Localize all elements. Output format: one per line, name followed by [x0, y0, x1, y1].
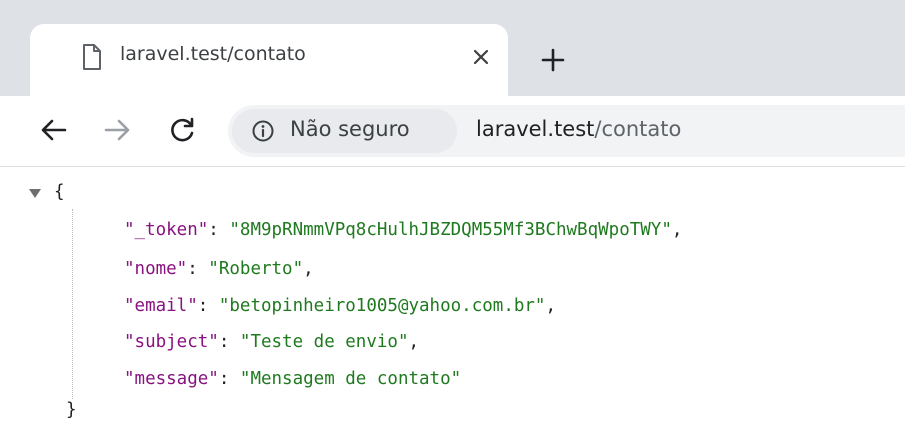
json-open-brace: { [54, 182, 65, 202]
json-value: "Mensagem de contato" [239, 369, 462, 389]
json-value: "8M9pRNmmVPq8cHulhJBZDQM55Mf3BChwBqWpoTW… [229, 220, 672, 240]
json-line: "email": "betopinheiro1005@yahoo.com.br"… [124, 296, 557, 316]
reload-icon[interactable] [168, 116, 196, 144]
url-path: /contato [594, 117, 682, 141]
collapse-triangle-icon[interactable] [29, 189, 41, 198]
json-key: "message" [124, 369, 219, 389]
indent-guide [72, 209, 73, 399]
json-separator: , [408, 332, 420, 352]
json-key: "subject" [124, 332, 219, 352]
back-arrow-icon[interactable] [40, 116, 68, 144]
security-label: Não seguro [290, 117, 410, 141]
address-bar[interactable]: Não seguro laravel.test/contato [228, 105, 905, 157]
json-value: "Teste de envio" [239, 332, 409, 352]
close-icon[interactable] [470, 46, 492, 68]
tab-title: laravel.test/contato [120, 43, 306, 65]
page-icon [83, 44, 101, 70]
json-line: "message": "Mensagem de contato" [124, 369, 462, 389]
json-separator: , [545, 296, 557, 316]
new-tab-icon[interactable] [540, 47, 566, 73]
json-value: "betopinheiro1005@yahoo.com.br" [218, 296, 546, 316]
security-indicator[interactable]: Não seguro [232, 109, 457, 153]
url-host: laravel.test [476, 117, 595, 141]
json-separator: , [671, 220, 683, 240]
url-text[interactable]: laravel.test/contato [476, 117, 681, 141]
tab-strip: laravel.test/contato [0, 0, 905, 96]
json-line: "subject": "Teste de envio", [124, 332, 420, 352]
tab-active[interactable]: laravel.test/contato [30, 24, 508, 96]
json-viewer: { "_token": "8M9pRNmmVPq8cHulhJBZDQM55Mf… [0, 167, 905, 446]
json-key: "_token" [124, 220, 209, 240]
json-separator: , [303, 259, 314, 279]
json-value: "Roberto" [208, 259, 304, 279]
browser-toolbar: Não seguro laravel.test/contato [0, 96, 905, 166]
forward-arrow-icon[interactable] [103, 116, 131, 144]
json-line: "_token": "8M9pRNmmVPq8cHulhJBZDQM55Mf3B… [124, 220, 683, 240]
json-line: "nome": "Roberto", [124, 259, 314, 279]
info-icon [252, 120, 274, 142]
json-key: "email" [124, 296, 198, 316]
json-close-brace: } [66, 400, 77, 420]
json-key: "nome" [124, 259, 188, 279]
